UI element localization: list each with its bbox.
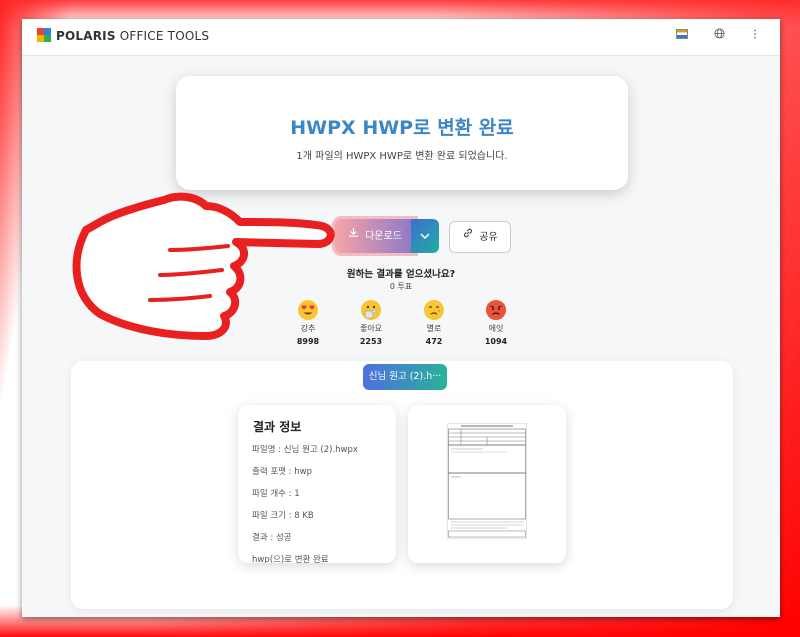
pointing-hand-overlay (72, 192, 335, 340)
